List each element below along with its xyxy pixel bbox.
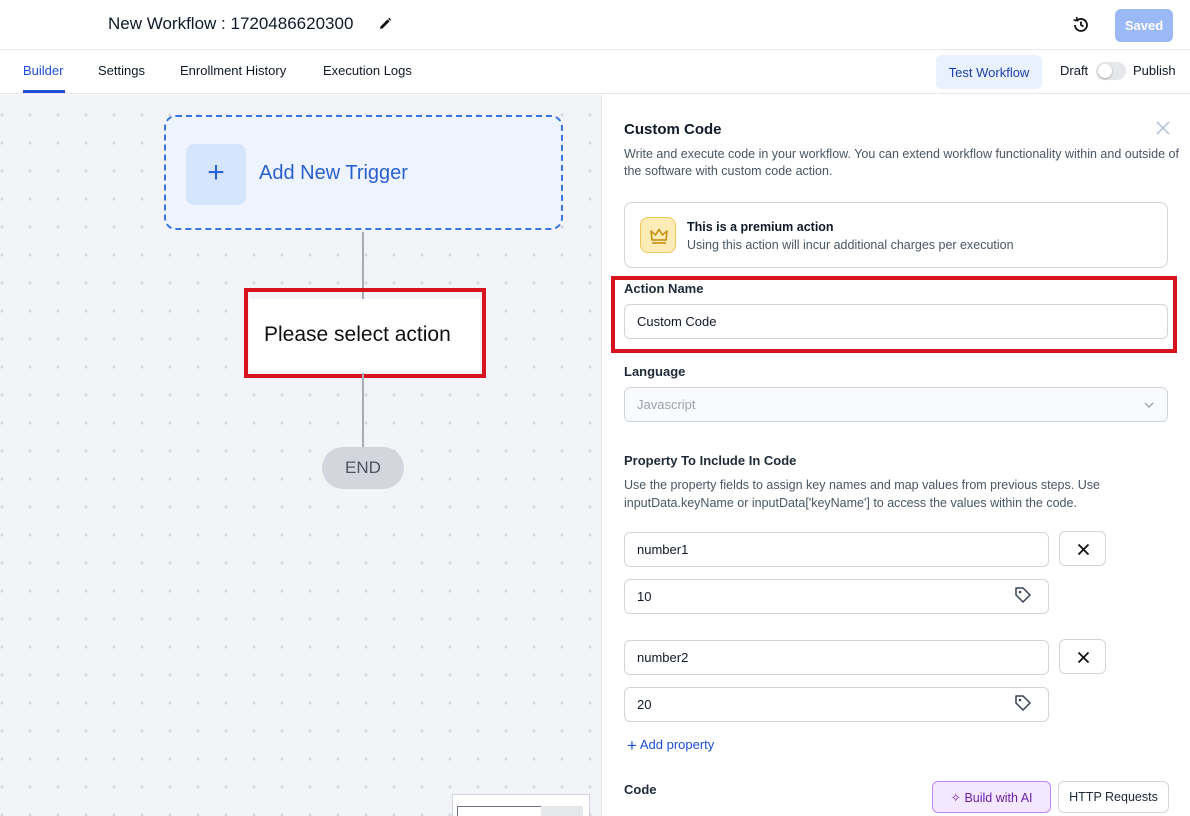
- crown-icon: [640, 217, 676, 253]
- tab-enrollment-history[interactable]: Enrollment History: [180, 63, 286, 78]
- panel-title: Custom Code: [624, 121, 722, 138]
- active-tab-indicator: [23, 90, 65, 93]
- code-label: Code: [624, 782, 657, 797]
- plus-icon: +: [186, 144, 246, 205]
- add-property-link[interactable]: + Add property: [627, 736, 714, 756]
- property-label: Property To Include In Code: [624, 453, 797, 468]
- property-value-input[interactable]: 20: [624, 687, 1049, 722]
- premium-title: This is a premium action: [687, 220, 834, 234]
- language-label: Language: [624, 364, 686, 379]
- property-description: Use the property fields to assign key na…: [624, 478, 1100, 510]
- workflow-canvas[interactable]: + Add New Trigger Please select action E…: [0, 95, 601, 816]
- custom-code-panel: Custom Code Write and execute code in yo…: [601, 95, 1190, 816]
- tab-builder[interactable]: Builder: [23, 63, 63, 78]
- connector-line: [362, 373, 364, 448]
- tab-bar: Builder Settings Enrollment History Exec…: [0, 50, 1190, 94]
- minimap[interactable]: [452, 794, 590, 816]
- close-icon[interactable]: [1155, 120, 1171, 136]
- build-with-ai-label: Build with AI: [964, 790, 1033, 805]
- sparkle-icon: ✧: [950, 790, 961, 805]
- panel-description: Write and execute code in your workflow.…: [624, 147, 1179, 178]
- test-workflow-button[interactable]: Test Workflow: [936, 55, 1042, 89]
- add-property-label: Add property: [639, 737, 715, 752]
- publish-label: Publish: [1133, 63, 1176, 78]
- add-trigger-card[interactable]: + Add New Trigger: [164, 115, 563, 230]
- language-select[interactable]: Javascript: [624, 387, 1168, 422]
- remove-property-button[interactable]: [1059, 531, 1106, 566]
- tab-execution-logs[interactable]: Execution Logs: [323, 63, 412, 78]
- premium-subtitle: Using this action will incur additional …: [687, 238, 1014, 252]
- action-name-label: Action Name: [624, 281, 704, 296]
- highlight-box: [244, 288, 486, 378]
- action-name-input[interactable]: Custom Code: [624, 304, 1168, 339]
- top-header: New Workflow : 1720486620300 Saved: [0, 0, 1190, 50]
- tag-icon[interactable]: [1014, 586, 1032, 604]
- property-value-input[interactable]: 10: [624, 579, 1049, 614]
- build-with-ai-button[interactable]: ✧ Build with AI: [932, 781, 1051, 813]
- pencil-icon[interactable]: [377, 16, 393, 32]
- add-trigger-label: Add New Trigger: [259, 162, 408, 184]
- end-node: END: [322, 447, 404, 489]
- close-icon: [1077, 651, 1090, 664]
- tab-settings[interactable]: Settings: [98, 63, 145, 78]
- toggle-knob: [1098, 64, 1112, 78]
- chevron-down-icon: [1144, 402, 1154, 408]
- draft-label: Draft: [1060, 63, 1089, 78]
- minimap-block: [541, 806, 583, 816]
- saved-button[interactable]: Saved: [1115, 9, 1173, 42]
- close-icon: [1077, 543, 1090, 556]
- tag-icon[interactable]: [1014, 694, 1032, 712]
- remove-property-button[interactable]: [1059, 639, 1106, 674]
- http-requests-button[interactable]: HTTP Requests: [1058, 781, 1169, 813]
- plus-icon: +: [627, 736, 637, 755]
- workflow-title: New Workflow : 1720486620300: [108, 14, 354, 33]
- property-key-input[interactable]: number1: [624, 532, 1049, 567]
- history-icon[interactable]: [1071, 15, 1091, 35]
- premium-notice: This is a premium action Using this acti…: [624, 202, 1168, 268]
- property-key-input[interactable]: number2: [624, 640, 1049, 675]
